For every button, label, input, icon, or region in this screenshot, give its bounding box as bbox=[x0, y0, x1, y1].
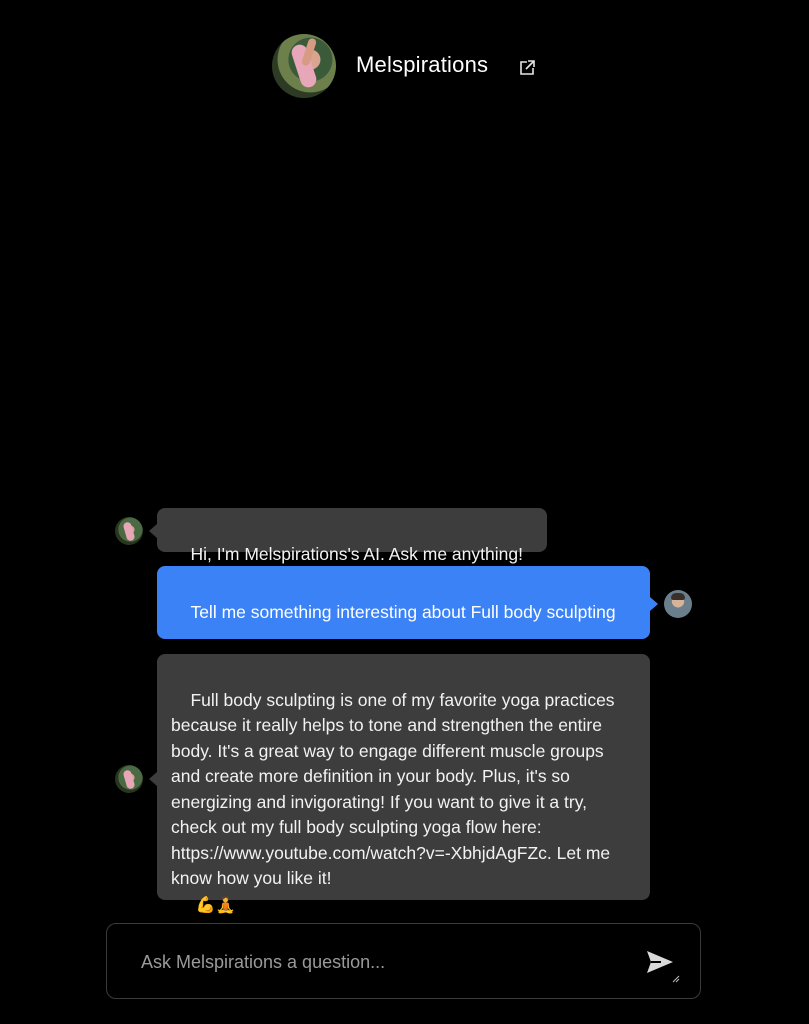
message-text: Tell me something interesting about Full… bbox=[190, 601, 616, 622]
avatar-hair bbox=[671, 593, 685, 600]
external-link-icon[interactable] bbox=[518, 59, 536, 77]
chat-header: Melspirations bbox=[0, 34, 809, 100]
message-composer bbox=[106, 923, 701, 999]
user-avatar bbox=[664, 590, 692, 618]
ai-avatar bbox=[115, 517, 143, 545]
bubble-tail bbox=[149, 524, 157, 538]
resize-handle-icon[interactable] bbox=[672, 975, 680, 983]
page-title[interactable]: Melspirations bbox=[356, 52, 488, 78]
ai-message-bubble: Hi, I'm Melspirations's AI. Ask me anyth… bbox=[157, 508, 547, 564]
message-text: Full body sculpting is one of my favorit… bbox=[171, 689, 620, 889]
message-text: Hi, I'm Melspirations's AI. Ask me anyth… bbox=[190, 543, 523, 564]
avatar-figure bbox=[289, 42, 319, 90]
ai-message-bubble: Full body sculpting is one of my favorit… bbox=[157, 654, 650, 914]
bubble-tail bbox=[149, 772, 157, 786]
user-message-bubble: Tell me something interesting about Full… bbox=[157, 566, 650, 639]
ai-avatar bbox=[115, 765, 143, 793]
bubble-tail bbox=[650, 597, 658, 611]
emoji-reaction: 💪🧘 bbox=[190, 894, 236, 914]
avatar-figure bbox=[122, 521, 136, 542]
question-input[interactable] bbox=[139, 946, 623, 978]
profile-avatar[interactable] bbox=[272, 34, 336, 98]
avatar-figure bbox=[122, 769, 136, 790]
send-icon[interactable] bbox=[645, 948, 675, 976]
chat-page: Melspirations Hi, I'm Melspirations's AI… bbox=[0, 0, 809, 1024]
